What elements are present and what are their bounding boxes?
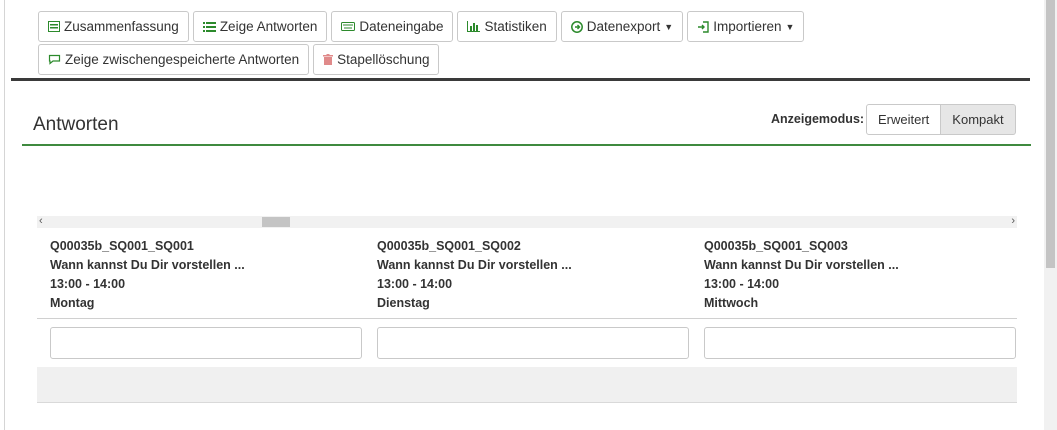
filter-input-sq001[interactable] (50, 327, 362, 359)
column-day: Dienstag (377, 296, 430, 310)
export-icon (570, 20, 583, 33)
toolbar-row-1: Zusammenfassung Zeige Antworten Datenein… (38, 11, 1038, 42)
show-responses-label: Zeige Antworten (219, 19, 318, 34)
column-header[interactable]: Q00035b_SQ001_SQ001 Wann kannst Du Dir v… (50, 237, 245, 313)
statistics-label: Statistiken (484, 19, 547, 34)
caret-down-icon: ▼ (785, 21, 795, 32)
import-icon (697, 20, 709, 33)
column-header[interactable]: Q00035b_SQ001_SQ002 Wann kannst Du Dir v… (377, 237, 572, 313)
column-code: Q00035b_SQ001_SQ001 (50, 239, 194, 253)
trash-icon (323, 54, 334, 65)
column-question: Wann kannst Du Dir vorstellen ... (50, 258, 245, 272)
batch-delete-label: Stapellöschung (337, 52, 430, 67)
display-mode-toggle: Erweitert Kompakt (866, 104, 1016, 135)
toolbar-row-2: Zeige zwischengespeicherte Antworten Sta… (38, 44, 1038, 75)
keyboard-icon (341, 22, 356, 31)
data-entry-button[interactable]: Dateneingabe (331, 11, 454, 42)
display-mode-label: Anzeigemodus: (771, 112, 865, 126)
data-export-dropdown[interactable]: Datenexport ▼ (560, 11, 684, 42)
column-time: 13:00 - 14:00 (377, 277, 453, 291)
scroll-left-icon[interactable]: ‹ (39, 215, 43, 227)
column-day: Mittwoch (704, 296, 759, 310)
show-saved-responses-button[interactable]: Zeige zwischengespeicherte Antworten (38, 44, 310, 75)
column-code: Q00035b_SQ001_SQ002 (377, 239, 521, 253)
column-day: Montag (50, 296, 95, 310)
scroll-right-icon[interactable]: › (1011, 215, 1015, 227)
filter-input-sq003[interactable] (704, 327, 1016, 359)
caret-down-icon: ▼ (664, 21, 674, 32)
batch-delete-button[interactable]: Stapellöschung (313, 44, 440, 75)
page-border (4, 0, 5, 430)
import-dropdown[interactable]: Importieren ▼ (687, 11, 805, 42)
statistics-button[interactable]: Statistiken (457, 11, 557, 42)
mode-compact-button[interactable]: Kompakt (941, 104, 1016, 135)
toolbar-divider (11, 78, 1030, 81)
summary-button-label: Zusammenfassung (64, 19, 179, 34)
scrollbar-thumb[interactable] (262, 217, 290, 227)
column-question: Wann kannst Du Dir vorstellen ... (377, 258, 572, 272)
column-header[interactable]: Q00035b_SQ001_SQ003 Wann kannst Du Dir v… (704, 237, 899, 313)
comment-icon (48, 54, 61, 65)
list-icon (202, 21, 216, 32)
horizontal-scrollbar[interactable]: ‹ › (37, 215, 1017, 228)
summary-icon (48, 21, 60, 32)
bar-chart-icon (467, 21, 481, 32)
toolbar: Zusammenfassung Zeige Antworten Datenein… (38, 11, 1038, 77)
header-divider (22, 144, 1031, 146)
import-label: Importieren (713, 19, 782, 34)
column-question: Wann kannst Du Dir vorstellen ... (704, 258, 899, 272)
page-title: Antworten (33, 114, 119, 135)
data-entry-label: Dateneingabe (359, 19, 444, 34)
header-row-divider (37, 318, 1017, 319)
show-responses-button[interactable]: Zeige Antworten (192, 11, 328, 42)
data-export-label: Datenexport (586, 19, 661, 34)
column-code: Q00035b_SQ001_SQ003 (704, 239, 848, 253)
mode-extended-button[interactable]: Erweitert (866, 104, 942, 135)
summary-button[interactable]: Zusammenfassung (38, 11, 189, 42)
vertical-scrollbar[interactable] (1044, 0, 1057, 430)
vertical-scrollbar-thumb[interactable] (1046, 0, 1055, 268)
column-time: 13:00 - 14:00 (704, 277, 780, 291)
column-time: 13:00 - 14:00 (50, 277, 126, 291)
filter-input-sq002[interactable] (377, 327, 689, 359)
show-saved-responses-label: Zeige zwischengespeicherte Antworten (65, 52, 300, 67)
table-row (37, 367, 1017, 403)
